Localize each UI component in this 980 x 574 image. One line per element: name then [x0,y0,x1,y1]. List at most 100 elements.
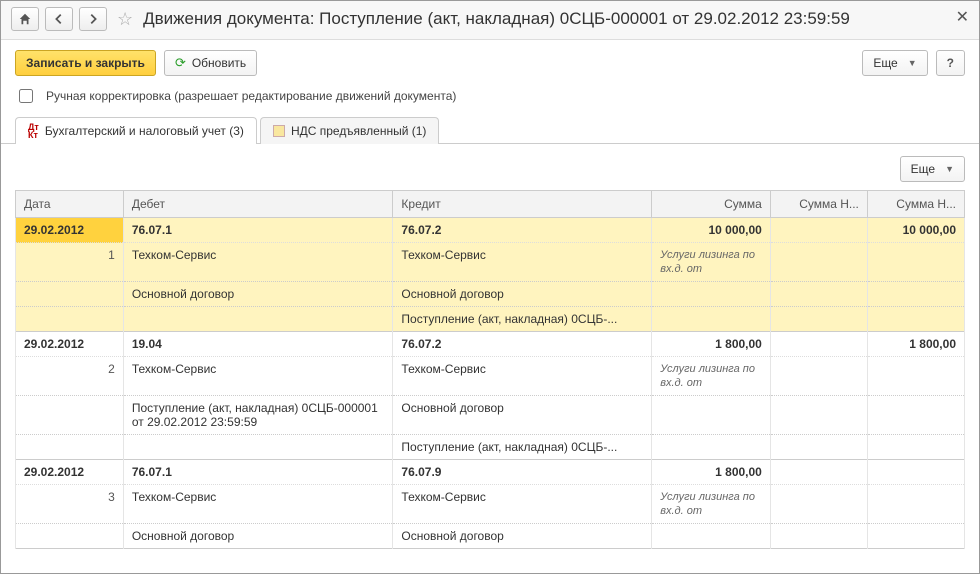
close-icon[interactable]: ✕ [956,7,969,27]
cell-empty [652,524,771,549]
cell-debit-detail: Поступление (акт, накладная) 0СЦБ-000001… [123,396,393,435]
cell-credit-account: 76.07.2 [393,218,652,243]
cell-debit-account: 19.04 [123,332,393,357]
cell-credit-detail: Техком-Сервис [393,243,652,282]
cell-empty [867,282,964,307]
tab-vat[interactable]: НДС предъявленный (1) [260,117,439,144]
cell-credit-account: 76.07.9 [393,460,652,485]
cell-empty [770,357,867,396]
cell-date: 29.02.2012 [16,332,124,357]
debit-credit-icon: ДтКт [28,123,39,139]
cell-debit-detail: Основной договор [123,524,393,549]
table-row[interactable]: Поступление (акт, накладная) 0СЦБ-000001… [16,396,965,435]
more-label: Еще [873,56,897,70]
manual-edit-label: Ручная корректировка (разрешает редактир… [46,89,456,103]
cell-row-number: 2 [16,357,124,396]
cell-empty [16,396,124,435]
home-button[interactable] [11,7,39,31]
chevron-down-icon: ▼ [908,58,917,68]
col-debit[interactable]: Дебет [123,191,393,218]
cell-empty [652,282,771,307]
cell-empty [16,524,124,549]
cell-debit-detail [123,307,393,332]
chevron-down-icon: ▼ [945,164,954,174]
cell-sumn1 [770,332,867,357]
help-label: ? [947,56,954,70]
cell-credit-detail: Основной договор [393,396,652,435]
cell-note: Услуги лизинга по вх.д. от [652,243,771,282]
table-header-row: Дата Дебет Кредит Сумма Сумма Н... Сумма… [16,191,965,218]
cell-empty [770,282,867,307]
cell-sum: 1 800,00 [652,332,771,357]
cell-empty [652,435,771,460]
cell-credit-account: 76.07.2 [393,332,652,357]
cell-empty [867,307,964,332]
table-row[interactable]: Основной договорОсновной договор [16,524,965,549]
cell-date: 29.02.2012 [16,460,124,485]
save-close-button[interactable]: Записать и закрыть [15,50,156,76]
cell-debit-detail: Техком-Сервис [123,485,393,524]
cell-sumn2: 1 800,00 [867,332,964,357]
cell-debit-account: 76.07.1 [123,460,393,485]
cell-empty [652,396,771,435]
window-title: Движения документа: Поступление (акт, на… [143,9,850,29]
tab-vat-label: НДС предъявленный (1) [291,124,426,138]
cell-debit-detail: Техком-Сервис [123,357,393,396]
table-row[interactable]: Основной договорОсновной договор [16,282,965,307]
more-button[interactable]: Еще ▼ [862,50,927,76]
cell-empty [867,485,964,524]
forward-button[interactable] [79,7,107,31]
sub-more-button[interactable]: Еще ▼ [900,156,965,182]
refresh-icon: ⟳ [175,55,186,71]
refresh-button[interactable]: ⟳ Обновить [164,50,257,76]
save-close-label: Записать и закрыть [26,56,145,70]
help-button[interactable]: ? [936,50,965,76]
table-row[interactable]: Поступление (акт, накладная) 0СЦБ-... [16,435,965,460]
cell-credit-detail: Поступление (акт, накладная) 0СЦБ-... [393,435,652,460]
table-row[interactable]: 29.02.201276.07.176.07.210 000,0010 000,… [16,218,965,243]
cell-empty [770,307,867,332]
cell-note: Услуги лизинга по вх.д. от [652,357,771,396]
col-sumn2[interactable]: Сумма Н... [867,191,964,218]
table-row[interactable]: 1Техком-СервисТехком-СервисУслуги лизинг… [16,243,965,282]
cell-credit-detail: Поступление (акт, накладная) 0СЦБ-... [393,307,652,332]
table-row[interactable]: 29.02.201219.0476.07.21 800,001 800,00 [16,332,965,357]
tab-accounting-label: Бухгалтерский и налоговый учет (3) [45,124,244,138]
table-row[interactable]: 29.02.201276.07.176.07.91 800,00 [16,460,965,485]
cell-empty [867,435,964,460]
cell-empty [16,435,124,460]
col-date[interactable]: Дата [16,191,124,218]
sub-more-label: Еще [911,162,935,176]
refresh-label: Обновить [192,56,246,70]
col-credit[interactable]: Кредит [393,191,652,218]
col-sumn1[interactable]: Сумма Н... [770,191,867,218]
cell-empty [867,524,964,549]
cell-debit-detail: Техком-Сервис [123,243,393,282]
cell-empty [867,243,964,282]
cell-sumn1 [770,218,867,243]
cell-empty [770,435,867,460]
back-button[interactable] [45,7,73,31]
tab-accounting[interactable]: ДтКт Бухгалтерский и налоговый учет (3) [15,117,257,144]
table-row[interactable]: 3Техком-СервисТехком-СервисУслуги лизинг… [16,485,965,524]
manual-edit-checkbox[interactable] [19,89,33,103]
cell-credit-detail: Техком-Сервис [393,485,652,524]
cell-sumn1 [770,460,867,485]
cell-sumn2 [867,460,964,485]
col-sum[interactable]: Сумма [652,191,771,218]
cell-debit-account: 76.07.1 [123,218,393,243]
cell-empty [867,396,964,435]
cell-credit-detail: Основной договор [393,524,652,549]
favorite-star-icon[interactable]: ☆ [117,9,133,30]
cell-empty [770,485,867,524]
vat-icon [273,125,285,137]
table-row[interactable]: 2Техком-СервисТехком-СервисУслуги лизинг… [16,357,965,396]
cell-empty [867,357,964,396]
cell-sum: 1 800,00 [652,460,771,485]
cell-sum: 10 000,00 [652,218,771,243]
cell-empty [770,243,867,282]
cell-credit-detail: Основной договор [393,282,652,307]
table-row[interactable]: Поступление (акт, накладная) 0СЦБ-... [16,307,965,332]
cell-empty [16,307,124,332]
cell-date: 29.02.2012 [16,218,124,243]
